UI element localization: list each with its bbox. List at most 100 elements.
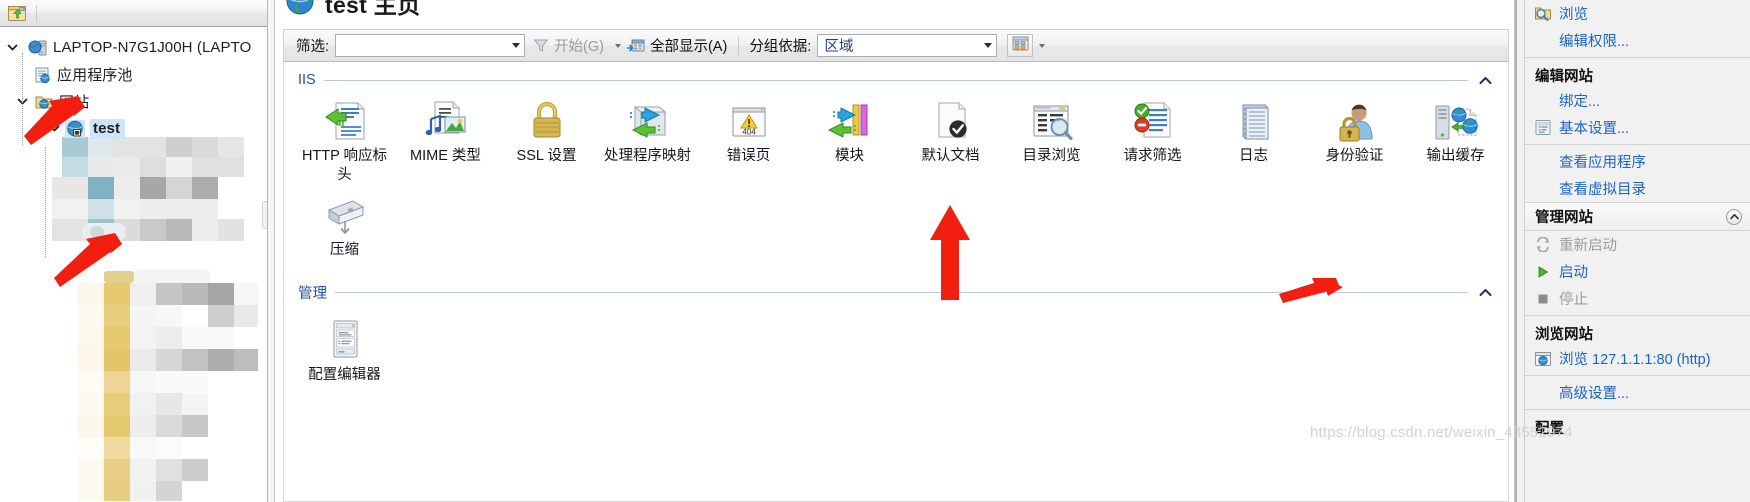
funnel-icon [533, 38, 549, 53]
redacted-tree-children [78, 269, 258, 501]
feature-ssl-settings[interactable]: SSL 设置 [496, 97, 597, 185]
tree-node-test-site[interactable]: test [0, 115, 267, 142]
pane-splitter-handle[interactable] [262, 201, 267, 229]
feature-modules[interactable]: 模块 [799, 97, 900, 185]
browse-globe-icon [1532, 351, 1554, 367]
tree-node-app-pools[interactable]: 应用程序池 [0, 61, 267, 88]
actions-pane: 浏览 编辑权限... 编辑网站 绑定... 基本设置... 查看应用程序 查看虚… [1516, 0, 1750, 502]
action-browse[interactable]: 浏览 [1525, 0, 1750, 27]
feature-http-response-headers[interactable]: HTTP 响应标头 [294, 97, 395, 185]
connections-toolbar [0, 0, 267, 27]
chevron-down-icon[interactable] [4, 40, 20, 56]
action-label: 停止 [1559, 292, 1588, 308]
stop-square-icon [1532, 292, 1554, 306]
connections-tree[interactable]: LAPTOP-N7G1J00H (LAPTO 应用程序池 网站 test [0, 27, 267, 502]
redacted-tree-item [82, 223, 126, 241]
group-header-iis: IIS [284, 62, 1508, 88]
filter-input[interactable] [335, 34, 526, 57]
chevron-up-circle-icon[interactable] [1726, 208, 1742, 225]
svg-text:404: 404 [742, 128, 756, 137]
start-play-icon [1532, 265, 1554, 279]
action-advanced-settings[interactable]: 高级设置... [1525, 379, 1750, 406]
action-label: 高级设置... [1559, 386, 1630, 402]
actions-separator [1525, 144, 1750, 145]
feature-label: 配置编辑器 [308, 367, 381, 383]
feature-output-caching[interactable]: 输出缓存 [1405, 97, 1506, 185]
feature-directory-browsing[interactable]: 目录浏览 [1001, 97, 1102, 185]
view-mode-button[interactable] [1007, 34, 1034, 57]
filter-label: 筛选: [296, 39, 330, 55]
show-all-button[interactable]: 全部显示(A) [626, 35, 728, 56]
feature-configuration-editor[interactable]: 配置编辑器 [294, 316, 395, 385]
feature-logging[interactable]: 日志 [1203, 97, 1304, 185]
action-restart[interactable]: 重新启动 [1525, 231, 1750, 258]
actions-heading-browse-site: 浏览网站 [1535, 327, 1593, 343]
configuration-editor-icon [326, 316, 364, 362]
chevron-down-icon[interactable] [1039, 43, 1046, 48]
action-stop[interactable]: 停止 [1525, 285, 1750, 312]
server-globe-icon [28, 39, 48, 57]
feature-default-document[interactable]: 默认文档 [900, 97, 1001, 185]
feature-label: 请求筛选 [1123, 148, 1182, 164]
action-browse-url[interactable]: 浏览 127.1.1.1:80 (http) [1525, 345, 1750, 372]
restart-icon [1532, 237, 1554, 252]
sites-folder-icon [34, 93, 54, 111]
tree-node-root[interactable]: LAPTOP-N7G1J00H (LAPTO [0, 34, 267, 61]
site-globe-large-icon [285, 0, 315, 21]
modules-icon [827, 97, 873, 143]
feature-error-pages[interactable]: 404 错误页 [698, 97, 799, 185]
feature-handler-mappings[interactable]: 处理程序映射 [597, 97, 698, 185]
feature-label: 身份验证 [1325, 148, 1384, 164]
action-basic-settings[interactable]: 基本设置... [1525, 114, 1750, 141]
feature-authentication[interactable]: 身份验证 [1304, 97, 1405, 185]
action-view-applications[interactable]: 查看应用程序 [1525, 148, 1750, 175]
actions-heading-manage-site: 管理网站 [1525, 202, 1750, 231]
group-by-label: 分组依据: [749, 39, 812, 55]
action-label: 基本设置... [1559, 121, 1630, 137]
tree-node-label: test [90, 118, 126, 139]
feature-mime-types[interactable]: MIME 类型 [395, 97, 496, 185]
group-rule [335, 292, 1468, 293]
feature-label: 目录浏览 [1022, 148, 1081, 164]
management-feature-grid: 配置编辑器 [284, 303, 1508, 391]
toolbar-separator [738, 35, 740, 56]
feature-request-filtering[interactable]: 请求筛选 [1102, 97, 1203, 185]
group-by-select[interactable]: 区域 [817, 34, 998, 57]
feature-label: SSL 设置 [516, 148, 577, 164]
chevron-down-icon[interactable] [614, 43, 621, 48]
chevron-down-icon[interactable] [984, 43, 993, 48]
http-response-headers-icon [322, 97, 368, 143]
feature-compression[interactable]: 压缩 [294, 191, 395, 260]
actions-heading-configure: 配置 [1535, 421, 1564, 437]
action-label: 浏览 127.1.1.1:80 (http) [1559, 352, 1711, 368]
action-start[interactable]: 启动 [1525, 258, 1750, 285]
feature-label: 错误页 [726, 148, 771, 164]
tree-node-sites[interactable]: 网站 [0, 88, 267, 115]
chevron-down-icon[interactable] [46, 121, 62, 137]
feature-label: HTTP 响应标头 [301, 148, 388, 183]
actions-heading-edit-site: 编辑网站 [1535, 69, 1593, 85]
chevron-up-icon[interactable] [1478, 288, 1492, 297]
feature-view-pane: test 主页 筛选: 开始(G) 全部显示(A) 分组依据: 区域 IIS H… [268, 0, 1516, 502]
handler-mappings-icon [625, 97, 671, 143]
action-view-virtual-directories[interactable]: 查看虚拟目录 [1525, 175, 1750, 202]
open-folder-arrow-icon[interactable] [4, 2, 30, 25]
default-document-icon [929, 97, 973, 143]
authentication-icon [1332, 97, 1378, 143]
actions-separator [1525, 409, 1750, 410]
filter-go-button[interactable]: 开始(G) [533, 35, 604, 56]
actions-separator [1525, 375, 1750, 376]
feature-label: 处理程序映射 [604, 148, 691, 164]
page-title: test 主页 [275, 0, 1514, 18]
action-label: 绑定... [1559, 94, 1601, 110]
action-edit-permissions[interactable]: 编辑权限... [1525, 27, 1750, 54]
compression-icon [323, 191, 367, 237]
app-pool-icon [32, 66, 52, 84]
chevron-down-icon[interactable] [512, 43, 521, 48]
chevron-up-icon[interactable] [1478, 76, 1492, 85]
action-bindings[interactable]: 绑定... [1525, 87, 1750, 114]
actions-heading-text: 管理网站 [1535, 210, 1593, 226]
filter-go-label: 开始(G) [554, 39, 604, 55]
show-all-label: 全部显示(A) [649, 39, 728, 55]
logging-icon [1234, 97, 1274, 143]
